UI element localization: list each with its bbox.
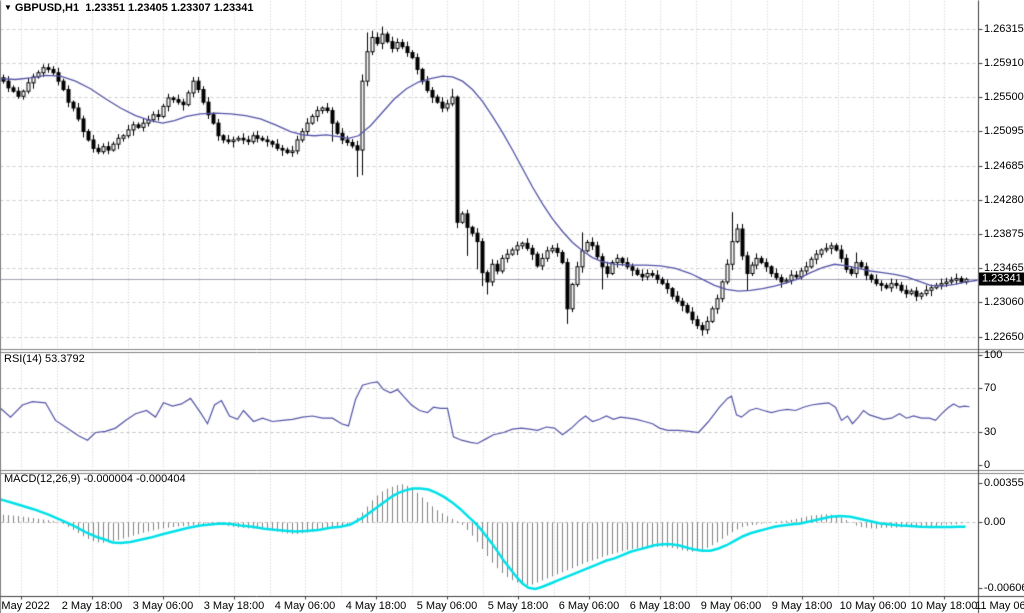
trading-chart-window: ▼GBPUSD,H1 1.23351 1.23405 1.23307 1.233…	[0, 0, 1024, 613]
chart-canvas[interactable]	[0, 0, 1024, 613]
